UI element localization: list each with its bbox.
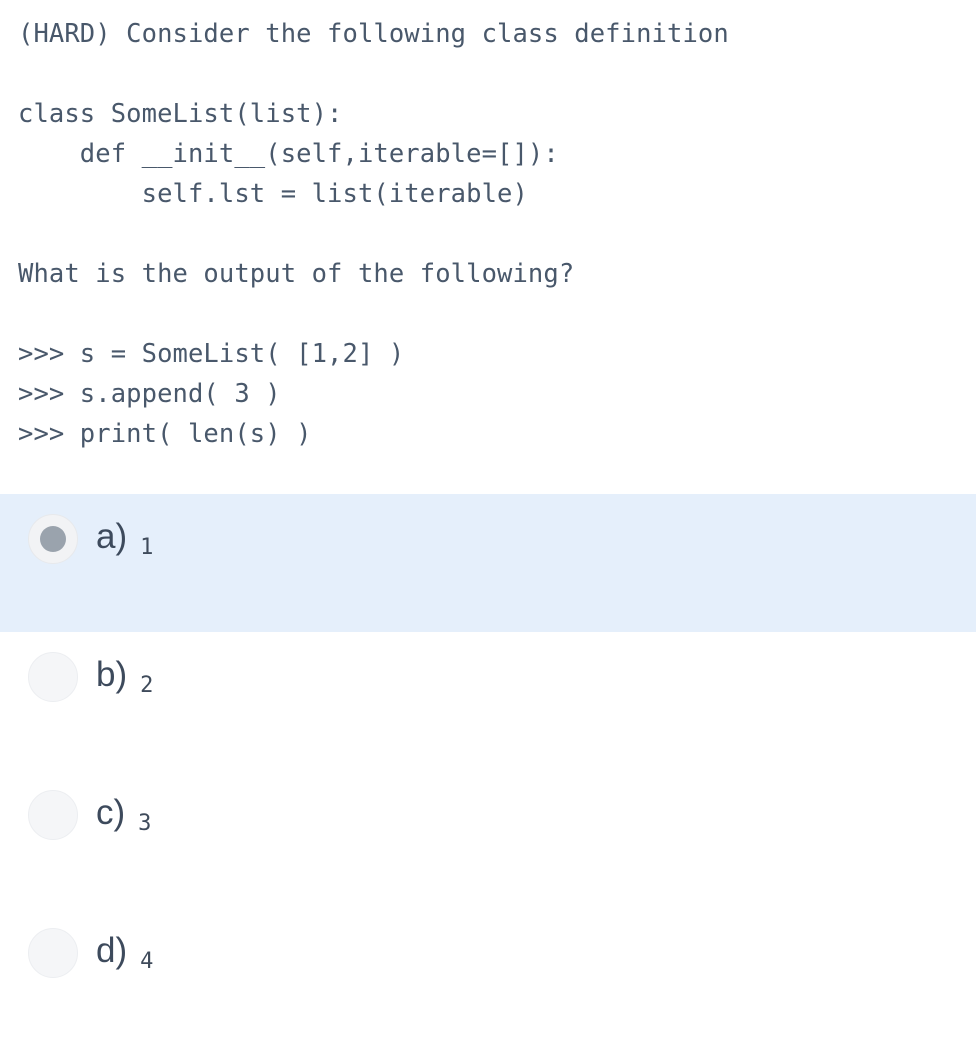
question-line-spacer-3 — [0, 294, 976, 334]
radio-button-a-icon[interactable] — [28, 514, 78, 564]
code-line-init-def: def __init__(self,iterable=[]): — [18, 139, 559, 169]
answer-option-a-value: 1 — [140, 534, 154, 560]
answer-option-d-value: 4 — [140, 948, 154, 974]
answer-option-d[interactable]: d) 4 — [0, 908, 976, 1046]
answer-option-d-hit-area[interactable]: d) 4 — [0, 908, 153, 978]
question-line-spacer — [0, 54, 976, 94]
answer-option-a[interactable]: a) 1 — [0, 494, 976, 632]
answer-option-b-letter: b) — [96, 654, 128, 694]
answer-option-b[interactable]: b) 2 — [0, 632, 976, 770]
code-line-self-lst: self.lst = list(iterable) — [18, 179, 528, 209]
radio-button-c-icon[interactable] — [28, 790, 78, 840]
answer-option-a-letter: a) — [96, 516, 128, 556]
question-line: (HARD) Consider the following class defi… — [18, 19, 729, 49]
answer-options-list: a) 1 b) 2 c) 3 d) 4 — [0, 494, 976, 1046]
answer-option-c-hit-area[interactable]: c) 3 — [0, 770, 151, 840]
answer-option-b-label: b) 2 — [96, 655, 153, 700]
repl-line-print: >>> print( len(s) ) — [18, 419, 312, 449]
answer-option-b-hit-area[interactable]: b) 2 — [0, 632, 153, 702]
answer-option-d-label: d) 4 — [96, 931, 153, 976]
radio-button-b-icon[interactable] — [28, 652, 78, 702]
radio-button-d-icon[interactable] — [28, 928, 78, 978]
radio-dot-icon — [40, 526, 66, 552]
repl-line-assign: >>> s = SomeList( [1,2] ) — [18, 339, 405, 369]
answer-option-c-letter: c) — [96, 792, 126, 832]
question-line-spacer-2 — [0, 214, 976, 254]
question-prompt: (HARD) Consider the following class defi… — [0, 0, 976, 454]
question-line-output-prompt: What is the output of the following? — [18, 259, 575, 289]
answer-option-a-hit-area[interactable]: a) 1 — [0, 494, 153, 564]
answer-option-a-label: a) 1 — [96, 517, 153, 562]
answer-option-c-value: 3 — [138, 810, 152, 836]
code-line-class-def: class SomeList(list): — [18, 99, 343, 129]
repl-line-append: >>> s.append( 3 ) — [18, 379, 281, 409]
answer-option-d-letter: d) — [96, 930, 128, 970]
answer-option-c[interactable]: c) 3 — [0, 770, 976, 908]
answer-option-b-value: 2 — [140, 672, 154, 698]
answer-option-c-label: c) 3 — [96, 793, 151, 838]
